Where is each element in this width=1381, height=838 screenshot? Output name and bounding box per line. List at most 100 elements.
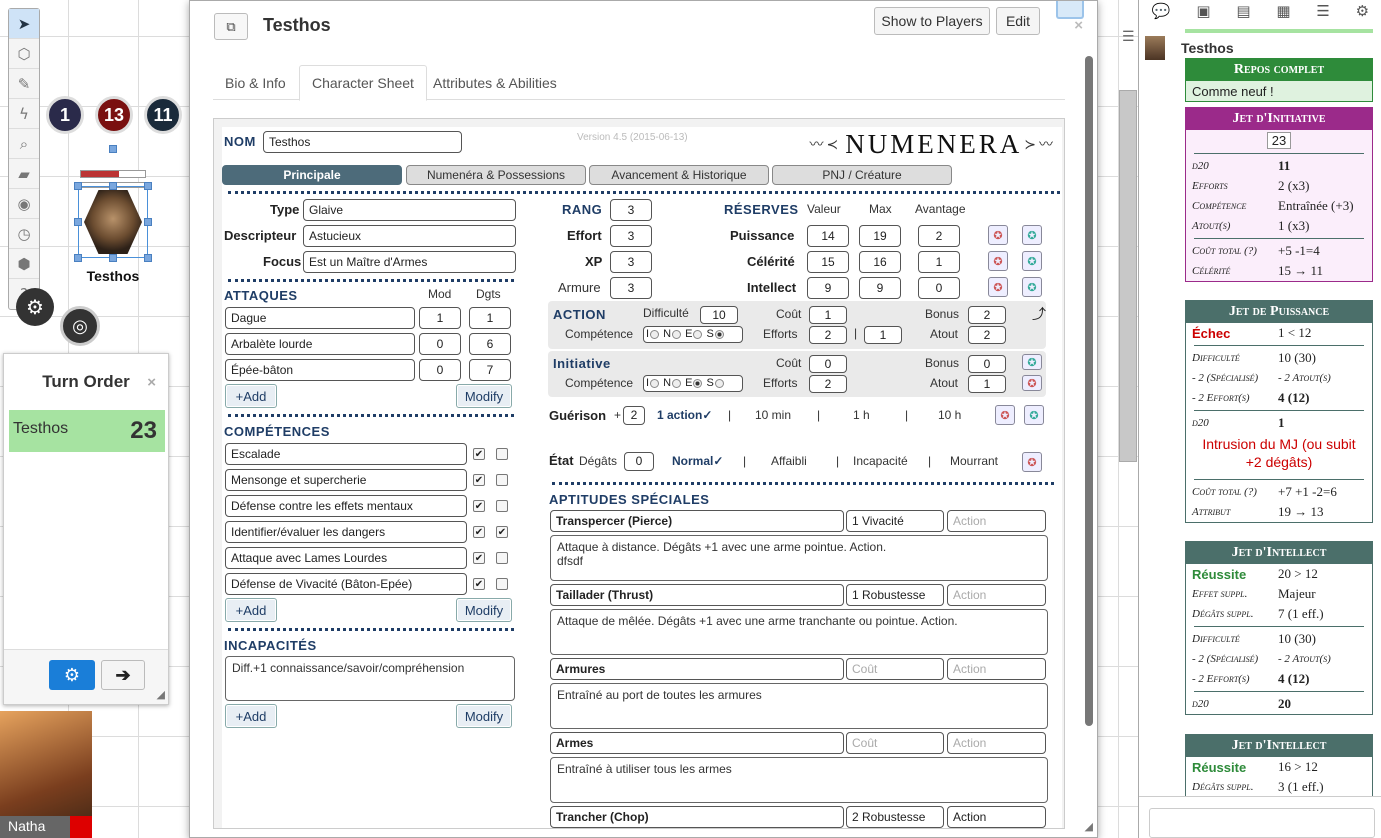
recovery-option-selected[interactable]: 1 action✓ xyxy=(657,408,712,422)
cout-field[interactable]: 1 xyxy=(809,306,847,324)
skill-trained-checkbox[interactable]: ✔ xyxy=(473,578,485,590)
attack-mod-field[interactable]: 0 xyxy=(419,359,461,381)
modify-incapacite-button[interactable]: Modify xyxy=(456,704,512,728)
magnifier-icon[interactable]: ⌕ xyxy=(9,129,39,159)
skill-field[interactable]: Identifier/évaluer les dangers xyxy=(225,521,467,543)
attack-dgts-field[interactable]: 6 xyxy=(469,333,511,355)
resize-handle[interactable] xyxy=(74,218,82,226)
difficulte-field[interactable]: 10 xyxy=(700,306,738,324)
aptitude-name-field[interactable]: Transpercer (Pierce) xyxy=(550,510,844,532)
ruler-icon[interactable]: ▰ xyxy=(9,159,39,189)
attack-mod-field[interactable]: 0 xyxy=(419,333,461,355)
resize-handle[interactable] xyxy=(144,254,152,262)
token-bar-badge-3[interactable]: 11 xyxy=(144,96,182,134)
close-icon[interactable]: × xyxy=(1074,17,1083,34)
aptitude-cout-field[interactable]: Coût xyxy=(846,732,944,754)
player-portrait[interactable]: Natha xyxy=(0,711,92,838)
attack-name-field[interactable]: Épée-bâton xyxy=(225,359,415,381)
chat-tab-icon[interactable]: 💬 xyxy=(1152,2,1171,20)
aptitude-cout-field[interactable]: 1 Robustesse xyxy=(846,584,944,606)
modify-attack-button[interactable]: Modify xyxy=(456,384,512,408)
aptitude-description[interactable]: Entraîné au port de toutes les armures xyxy=(550,683,1048,729)
aptitude-name-field[interactable]: Armes xyxy=(550,732,844,754)
etat-option[interactable]: Mourrant xyxy=(950,454,998,468)
tab-attributes-abilities[interactable]: Attributes & Abilities xyxy=(421,65,569,100)
subtab-pnj-creature[interactable]: PNJ / Créature xyxy=(772,165,952,185)
gear-icon[interactable]: ⚙ xyxy=(49,660,95,690)
skill-trained-checkbox[interactable]: ✔ xyxy=(473,448,485,460)
settings-tab-icon[interactable]: ⚙ xyxy=(1356,2,1369,20)
roll-die-icon[interactable]: ✪ xyxy=(1022,251,1042,271)
recovery-option[interactable]: 10 h xyxy=(938,408,961,422)
select-icon[interactable]: ➤ xyxy=(9,9,39,39)
descripteur-field[interactable]: Astucieux xyxy=(303,225,516,247)
close-icon[interactable]: × xyxy=(147,374,156,391)
skill-field[interactable]: Défense contre les effets mentaux xyxy=(225,495,467,517)
name-field[interactable]: Testhos xyxy=(263,131,462,153)
pool-max-field[interactable]: 16 xyxy=(859,251,901,273)
token-bar-badge-2[interactable]: 13 xyxy=(95,96,133,134)
pool-avantage-field[interactable]: 2 xyxy=(918,225,960,247)
add-incapacite-button[interactable]: +Add xyxy=(225,704,277,728)
tab-bio-info[interactable]: Bio & Info xyxy=(213,65,298,100)
attack-name-field[interactable]: Dague xyxy=(225,307,415,329)
aptitude-cout-field[interactable]: 2 Robustesse xyxy=(846,806,944,828)
edit-button[interactable]: Edit xyxy=(996,7,1040,35)
aptitude-name-field[interactable]: Trancher (Chop) xyxy=(550,806,844,828)
etat-option[interactable]: Affaibli xyxy=(771,454,807,468)
attack-mod-field[interactable]: 1 xyxy=(419,307,461,329)
resize-grip-icon[interactable]: ◢ xyxy=(1085,820,1093,833)
journal-tab-icon[interactable]: ▤ xyxy=(1236,2,1250,20)
skill-specialized-checkbox[interactable] xyxy=(496,474,508,486)
subtab-numenera-possessions[interactable]: Numenéra & Possessions xyxy=(406,165,586,185)
attack-dgts-field[interactable]: 7 xyxy=(469,359,511,381)
dialog-scrollbar[interactable] xyxy=(1085,56,1093,726)
aptitude-name-field[interactable]: Taillader (Thrust) xyxy=(550,584,844,606)
attack-name-field[interactable]: Arbalète lourde xyxy=(225,333,415,355)
atout-field[interactable]: 1 xyxy=(968,375,1006,393)
resize-handle[interactable] xyxy=(144,218,152,226)
token-bar-badge-1[interactable]: 1 xyxy=(46,96,84,134)
lightning-icon[interactable]: ϟ xyxy=(9,99,39,129)
popout-icon[interactable]: ⧉ xyxy=(214,13,248,40)
add-skill-button[interactable]: +Add xyxy=(225,598,277,622)
skill-field[interactable]: Défense de Vivacité (Bâton-Epée) xyxy=(225,573,467,595)
roll-die-icon[interactable]: ✪ xyxy=(988,251,1008,271)
list-tab-icon[interactable]: ☰ xyxy=(1316,2,1329,20)
rang-field[interactable]: 3 xyxy=(610,199,652,221)
resize-handle[interactable] xyxy=(144,182,152,190)
recovery-option[interactable]: 1 h xyxy=(853,408,870,422)
competence-radio-group[interactable]: I N E S xyxy=(643,326,743,343)
focus-field[interactable]: Est un Maître d'Armes xyxy=(303,251,516,273)
next-turn-arrow-icon[interactable]: ➔ xyxy=(101,660,145,690)
aptitude-description[interactable]: Attaque de mêlée. Dégâts +1 avec une arm… xyxy=(550,609,1048,655)
aptitude-description[interactable]: Entraîné à utiliser tous les armes xyxy=(550,757,1048,803)
pool-avantage-field[interactable]: 1 xyxy=(918,251,960,273)
canvas-scrollbar[interactable] xyxy=(1119,90,1137,462)
aptitude-action-field[interactable]: Action xyxy=(947,658,1046,680)
eye-icon[interactable]: ◉ xyxy=(9,189,39,219)
etat-option-selected[interactable]: Normal✓ xyxy=(672,454,723,468)
pool-valeur-field[interactable]: 14 xyxy=(807,225,849,247)
competence-radio-group[interactable]: I N E S xyxy=(643,375,743,392)
aptitude-action-field[interactable]: Action xyxy=(947,732,1046,754)
skill-field[interactable]: Attaque avec Lames Lourdes xyxy=(225,547,467,569)
resize-handle[interactable] xyxy=(74,182,82,190)
pool-valeur-field[interactable]: 15 xyxy=(807,251,849,273)
subtab-avancement-historique[interactable]: Avancement & Historique xyxy=(589,165,769,185)
atout-field[interactable]: 2 xyxy=(968,326,1006,344)
skill-specialized-checkbox[interactable] xyxy=(496,552,508,564)
skill-specialized-checkbox[interactable] xyxy=(496,500,508,512)
resize-handle[interactable] xyxy=(74,254,82,262)
roll-die-icon[interactable]: ✪ xyxy=(1022,375,1042,391)
art-tab-icon[interactable]: ▣ xyxy=(1196,2,1210,20)
aptitude-cout-field[interactable]: Coût xyxy=(846,658,944,680)
skill-specialized-checkbox[interactable] xyxy=(496,448,508,460)
settings-gear-icon[interactable]: ⚙ xyxy=(16,288,54,326)
degats-field[interactable]: 0 xyxy=(624,452,654,471)
subtab-principale[interactable]: Principale xyxy=(222,165,402,185)
clock-icon[interactable]: ◷ xyxy=(9,219,39,249)
aptitude-action-field[interactable]: Action xyxy=(947,510,1046,532)
resize-grip-icon[interactable]: ◢ xyxy=(157,688,165,701)
skill-trained-checkbox[interactable]: ✔ xyxy=(473,500,485,512)
